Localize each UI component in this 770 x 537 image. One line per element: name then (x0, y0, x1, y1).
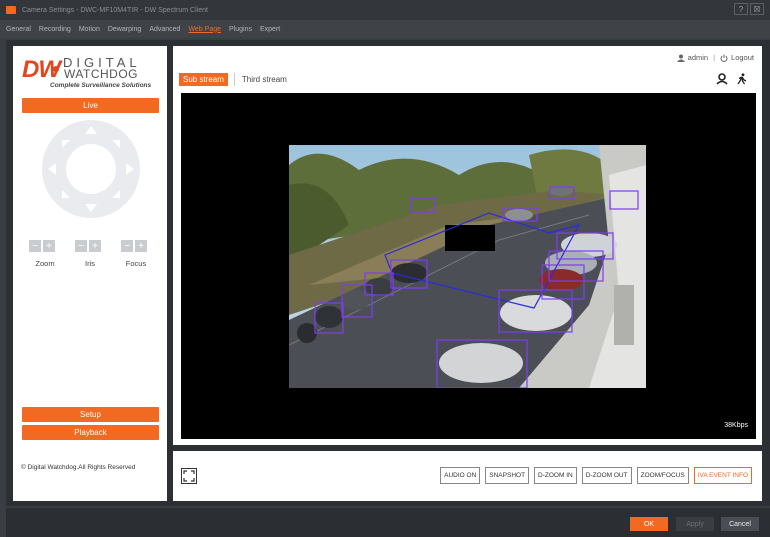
tab-web-page[interactable]: Web Page (188, 26, 221, 33)
user-icon (676, 54, 685, 62)
setup-button[interactable]: Setup (22, 407, 159, 422)
user-row: admin | Logout (676, 53, 754, 62)
zoom-controls: − + (29, 240, 55, 252)
tab-recording[interactable]: Recording (39, 26, 71, 33)
iris-controls: − + (75, 240, 101, 252)
ptz-down-arrow-icon (85, 204, 97, 212)
ptz-left-arrow-icon (48, 163, 56, 175)
playback-button[interactable]: Playback (22, 425, 159, 440)
tab-expert[interactable]: Expert (260, 26, 280, 33)
live-button[interactable]: Live (22, 98, 159, 113)
close-button[interactable]: ☒ (750, 3, 764, 15)
video-toolbar: AUDIO ON SNAPSHOT D-ZOOM IN D-ZOOM OUT Z… (173, 451, 762, 501)
focus-controls: − + (121, 240, 147, 252)
snapshot-button[interactable]: SNAPSHOT (485, 467, 530, 484)
iris-open-button[interactable]: + (89, 240, 101, 252)
tab-sub-stream[interactable]: Sub stream (179, 73, 228, 86)
focus-label: Focus (125, 259, 147, 268)
zoom-focus-button[interactable]: ZOOM/FOCUS (636, 467, 689, 484)
tab-general[interactable]: General (6, 26, 31, 33)
zoom-in-button[interactable]: + (43, 240, 55, 252)
logo-tagline: Complete Surveillance Solutions (50, 82, 152, 89)
tab-advanced[interactable]: Advanced (149, 26, 180, 33)
person-pin-icon[interactable] (716, 73, 728, 85)
iris-label: Iris (85, 259, 95, 268)
ptz-up-arrow-icon (85, 126, 97, 134)
tab-plugins[interactable]: Plugins (229, 26, 252, 33)
iva-event-info-button[interactable]: IVA EVENT INFO (693, 467, 752, 484)
d-zoom-in-button[interactable]: D-ZOOM IN (534, 467, 577, 484)
settings-tabbar: General Recording Motion Dewarping Advan… (0, 20, 770, 38)
live-view-panel: admin | Logout Sub stream Third stream 3… (173, 46, 762, 445)
cancel-button[interactable]: Cancel (721, 517, 759, 531)
logo-line2: WATCHDOG (64, 67, 138, 81)
apply-button[interactable]: Apply (676, 517, 714, 531)
focus-far-button[interactable]: + (135, 240, 147, 252)
help-button[interactable]: ? (734, 3, 748, 15)
tab-dewarping[interactable]: Dewarping (108, 26, 141, 33)
ptz-up-right-arrow-icon (112, 140, 120, 148)
sidebar: DW DIGITAL WATCHDOG Complete Surveillanc… (13, 46, 167, 501)
username: admin (687, 53, 709, 62)
d-zoom-out-button[interactable]: D-ZOOM OUT (581, 467, 632, 484)
app-logo-icon (6, 6, 16, 14)
bitrate-readout: 38Kbps (724, 422, 748, 429)
tab-motion[interactable]: Motion (79, 26, 100, 33)
copyright-text: © Digital Watchdog.All Rights Reserved (21, 464, 136, 471)
zoom-label: Zoom (35, 259, 55, 268)
tab-third-stream[interactable]: Third stream (233, 73, 291, 86)
stream-tabs: Sub stream Third stream (179, 73, 291, 86)
digital-watchdog-logo: DW DIGITAL WATCHDOG Complete Surveillanc… (22, 54, 160, 92)
video-viewport[interactable]: 38Kbps (181, 93, 756, 439)
walking-person-icon[interactable] (736, 73, 748, 85)
camera-feed-image (289, 145, 646, 388)
zoom-out-button[interactable]: − (29, 240, 41, 252)
fullscreen-icon[interactable] (181, 468, 197, 484)
window-title: Camera Settings - DWC-MF10M4TIR - DW Spe… (22, 6, 208, 14)
logout-link[interactable]: Logout (731, 53, 754, 62)
ptz-right-arrow-icon (126, 163, 134, 175)
ptz-control-pad[interactable] (42, 120, 140, 218)
ptz-up-left-arrow-icon (62, 140, 70, 148)
focus-near-button[interactable]: − (121, 240, 133, 252)
ptz-down-right-arrow-icon (112, 190, 120, 198)
view-icons (716, 73, 748, 85)
logo-dot (53, 66, 59, 72)
dialog-footer: OK Apply Cancel (6, 508, 770, 537)
power-icon (720, 54, 728, 62)
ok-button[interactable]: OK (630, 517, 668, 531)
audio-on-button[interactable]: AUDIO ON (440, 467, 481, 484)
ptz-down-left-arrow-icon (62, 190, 70, 198)
ptz-arrows (48, 126, 134, 212)
window-titlebar: Camera Settings - DWC-MF10M4TIR - DW Spe… (0, 0, 770, 20)
iris-close-button[interactable]: − (75, 240, 87, 252)
header-separator: | (713, 53, 716, 62)
